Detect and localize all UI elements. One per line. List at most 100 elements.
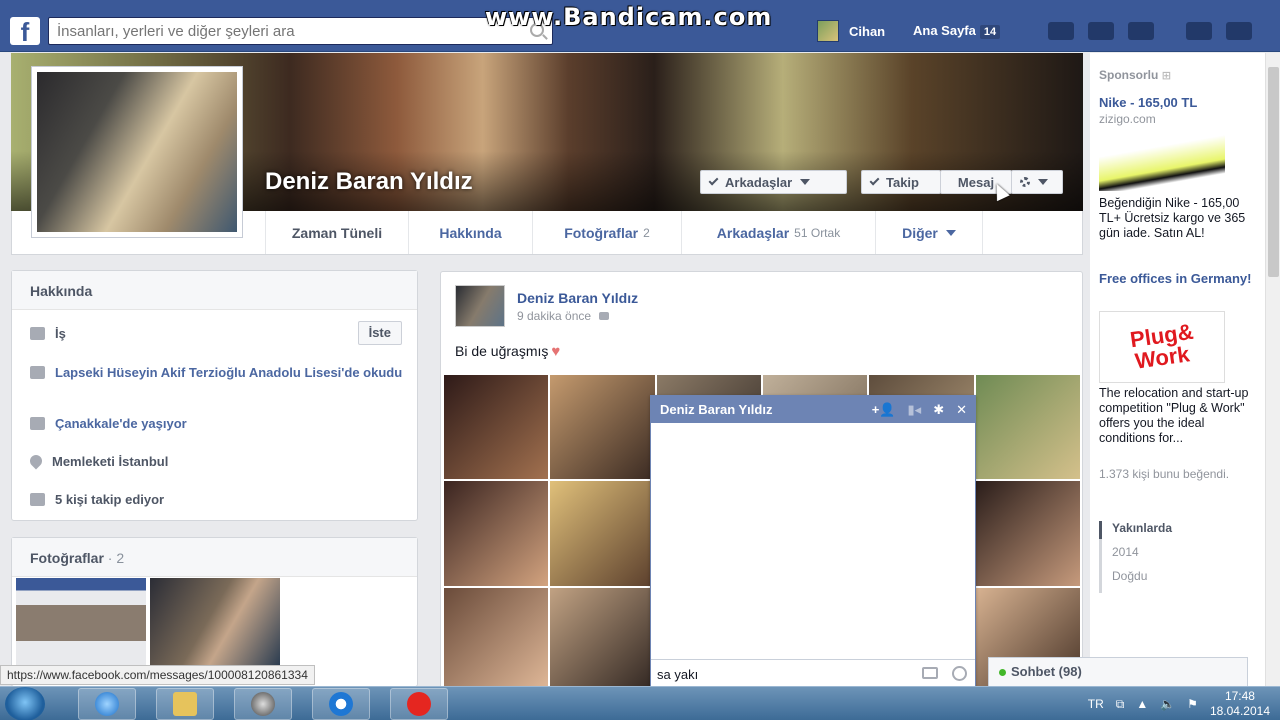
- facebook-logo[interactable]: f: [10, 17, 40, 47]
- profile-options-button[interactable]: [1011, 170, 1063, 194]
- tab-timeline[interactable]: Zaman Tüneli: [265, 211, 409, 254]
- friends-button[interactable]: Arkadaşlar: [700, 170, 847, 194]
- taskbar-explorer[interactable]: [156, 688, 214, 720]
- tab-friends-label: Arkadaşlar: [716, 224, 790, 241]
- ad2-image[interactable]: Plug& Work: [1099, 311, 1225, 383]
- heart-icon: ♥: [551, 343, 561, 360]
- photos-panel-title-text: Fotoğraflar: [30, 550, 104, 566]
- page-scrollbar[interactable]: [1265, 53, 1280, 690]
- audience-friends-icon[interactable]: [599, 312, 610, 320]
- taskbar-ie[interactable]: [78, 688, 136, 720]
- start-button[interactable]: [5, 687, 45, 720]
- messages-icon[interactable]: [1088, 22, 1114, 40]
- ad2-likes: 1.373 kişi bunu beğendi.: [1099, 467, 1230, 481]
- chat-sidebar-tab[interactable]: Sohbet (98): [988, 657, 1248, 687]
- rss-icon: [30, 493, 45, 506]
- search-input[interactable]: [49, 18, 519, 44]
- chat-message-input[interactable]: [651, 660, 901, 688]
- about-school-row[interactable]: Lapseki Hüseyin Akif Terzioğlu Anadolu L…: [30, 365, 410, 380]
- top-nav-bar: f www.Bandicam.com Cihan Ana Sayfa14: [0, 0, 1280, 52]
- tab-friends[interactable]: Arkadaşlar 51 Ortak: [682, 211, 876, 254]
- ad1-image[interactable]: [1099, 133, 1225, 191]
- chat-sidebar-label: Sohbet (98): [1011, 664, 1082, 679]
- notifications-globe-icon[interactable]: [1128, 22, 1154, 40]
- chat-header[interactable]: Deniz Baran Yıldız +👤 ▮◂ ✱ ✕: [651, 396, 975, 423]
- ad2-text[interactable]: The relocation and start-up competition …: [1099, 386, 1259, 446]
- settings-caret-icon[interactable]: [1226, 22, 1252, 40]
- profile-name[interactable]: Deniz Baran Yıldız: [265, 168, 473, 196]
- about-work-row: İş: [30, 326, 410, 341]
- briefcase-icon: [30, 327, 45, 340]
- show-hidden-icons[interactable]: ▲: [1136, 697, 1148, 711]
- add-friend-to-chat-icon[interactable]: +👤: [872, 396, 896, 423]
- add-work-button[interactable]: İste: [357, 321, 402, 345]
- gear-icon: [1020, 177, 1030, 187]
- nav-home-link[interactable]: Ana Sayfa 14: [913, 23, 1001, 39]
- chevron-down-icon: [945, 229, 956, 236]
- tab-photos[interactable]: Fotoğraflar 2: [533, 211, 682, 254]
- photo-thumbnail[interactable]: [150, 578, 280, 668]
- volume-icon[interactable]: 🔈: [1160, 697, 1175, 711]
- about-hometown-row[interactable]: Memleketi İstanbul: [27, 452, 410, 470]
- timeline-nav-recent[interactable]: Yakınlarda: [1112, 521, 1172, 545]
- tab-more[interactable]: Diğer: [876, 211, 983, 254]
- chat-window: Deniz Baran Yıldız +👤 ▮◂ ✱ ✕: [650, 395, 976, 690]
- chat-header-icons: +👤 ▮◂ ✱ ✕: [872, 396, 967, 423]
- chat-tools: [922, 666, 967, 681]
- search-box[interactable]: [48, 17, 553, 45]
- close-icon[interactable]: ✕: [956, 396, 967, 423]
- home-count-badge: 14: [979, 25, 1001, 39]
- tab-about[interactable]: Hakkında: [409, 211, 533, 254]
- about-school-text: Lapseki Hüseyin Akif Terzioğlu Anadolu L…: [55, 365, 403, 380]
- privacy-lock-icon[interactable]: [1186, 22, 1212, 40]
- chat-input-bar: [651, 659, 975, 689]
- about-followers-row[interactable]: 5 kişi takip ediyor: [30, 492, 410, 507]
- ad1-domain[interactable]: zizigo.com: [1099, 112, 1156, 126]
- create-ad-icon[interactable]: ⊞: [1162, 70, 1171, 82]
- photos-panel-title[interactable]: Fotoğraflar · 2: [12, 538, 417, 577]
- emoticon-icon[interactable]: [952, 666, 967, 681]
- tab-more-label: Diğer: [902, 224, 938, 241]
- tab-about-label: Hakkında: [439, 224, 502, 241]
- post-author-name[interactable]: Deniz Baran Yıldız: [517, 290, 638, 306]
- language-indicator[interactable]: TR: [1088, 697, 1104, 711]
- nav-user-name: Cihan: [849, 23, 886, 39]
- about-lives-row[interactable]: Çanakkale'de yaşıyor: [30, 416, 410, 431]
- chat-title: Deniz Baran Yıldız: [660, 402, 773, 417]
- nav-user-link[interactable]: Cihan: [817, 20, 885, 42]
- camera-icon[interactable]: [922, 667, 938, 679]
- ad1-text[interactable]: Beğendiğin Nike - 165,00 TL+ Ücretsiz ka…: [1099, 196, 1259, 241]
- photo-thumbnail[interactable]: [16, 578, 146, 668]
- video-call-icon[interactable]: ▮◂: [908, 396, 922, 423]
- check-icon: [869, 175, 880, 186]
- taskbar-app[interactable]: [312, 688, 370, 720]
- timeline-nav-2014[interactable]: 2014: [1112, 545, 1172, 569]
- network-icon[interactable]: ⧉: [1116, 697, 1125, 712]
- media-player-icon: [251, 692, 275, 716]
- app-icon: [329, 692, 353, 716]
- timeline-nav-born[interactable]: Doğdu: [1112, 569, 1172, 593]
- friends-button-label: Arkadaşlar: [725, 174, 793, 190]
- follow-button[interactable]: Takip: [861, 170, 941, 194]
- action-center-flag-icon[interactable]: ⚑: [1187, 697, 1198, 711]
- internet-explorer-icon: [95, 692, 119, 716]
- profile-picture[interactable]: [31, 66, 243, 238]
- system-tray: TR ⧉ ▲ 🔈 ⚑ 17:48 18.04.2014: [1088, 687, 1270, 720]
- user-avatar: [817, 20, 839, 42]
- friend-requests-icon[interactable]: [1048, 22, 1074, 40]
- message-button-label: Mesaj: [957, 174, 995, 190]
- post-author-avatar[interactable]: [455, 285, 505, 327]
- windows-taskbar: TR ⧉ ▲ 🔈 ⚑ 17:48 18.04.2014: [0, 686, 1280, 720]
- scrollbar-thumb[interactable]: [1268, 67, 1279, 277]
- yandex-browser-icon: [407, 692, 431, 716]
- ad2-title[interactable]: Free offices in Germany!: [1099, 270, 1254, 287]
- ad1-title[interactable]: Nike - 165,00 TL: [1099, 94, 1254, 111]
- system-clock[interactable]: 17:48 18.04.2014: [1210, 689, 1270, 719]
- taskbar-yandex[interactable]: [390, 688, 448, 720]
- chat-messages-area[interactable]: [651, 423, 975, 659]
- browser-status-url: https://www.facebook.com/messages/100008…: [0, 665, 315, 685]
- post-timestamp[interactable]: 9 dakika önce: [517, 309, 610, 323]
- about-panel-title[interactable]: Hakkında: [12, 271, 417, 310]
- taskbar-media[interactable]: [234, 688, 292, 720]
- gear-icon[interactable]: ✱: [933, 396, 944, 423]
